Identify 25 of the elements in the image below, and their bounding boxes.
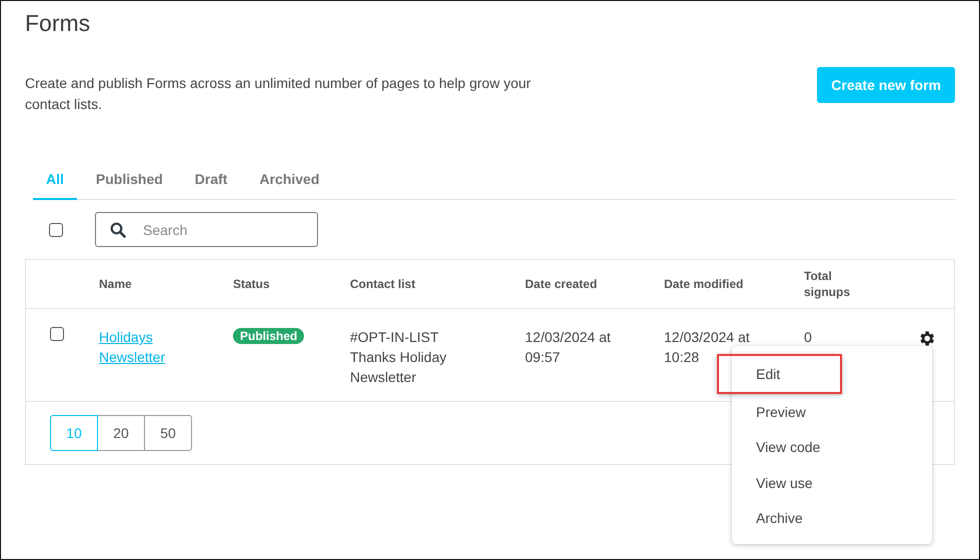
tab[interactable]: Archived xyxy=(246,161,332,200)
column-header: Contact list xyxy=(350,276,416,292)
page-size-button[interactable]: 20 xyxy=(97,415,145,451)
column-header: Status xyxy=(233,276,270,292)
column-header: Name xyxy=(99,276,132,292)
checkbox[interactable] xyxy=(50,327,64,341)
page-title: Forms xyxy=(25,9,92,37)
table-cell-text: 0 xyxy=(804,328,813,347)
tab[interactable]: Draft xyxy=(182,161,240,200)
status-badge: Published xyxy=(233,328,304,344)
page-size-button[interactable]: 50 xyxy=(144,415,192,451)
table-cell-text: #OPT-IN-LIST Thanks Holiday Newsletter xyxy=(350,328,448,387)
tab[interactable]: Published xyxy=(82,161,176,200)
menu-item[interactable]: Archive xyxy=(732,500,932,536)
menu-item[interactable]: View use xyxy=(732,464,932,500)
page-description: Create and publish Forms across an unlimited number of pages to help grow your contact lists. xyxy=(25,74,532,114)
column-header: Total signups xyxy=(804,268,852,300)
column-header: Date created xyxy=(525,276,598,292)
search-field[interactable]: Search xyxy=(95,212,318,247)
menu-item[interactable]: Preview xyxy=(732,394,932,430)
checkbox[interactable] xyxy=(49,222,63,236)
column-header: Date modified xyxy=(664,276,744,292)
menu-item[interactable]: View code xyxy=(732,429,932,465)
menu-item[interactable]: Edit xyxy=(717,354,842,394)
table-cell-text: 12/03/2024 at 09:57 xyxy=(525,328,612,367)
